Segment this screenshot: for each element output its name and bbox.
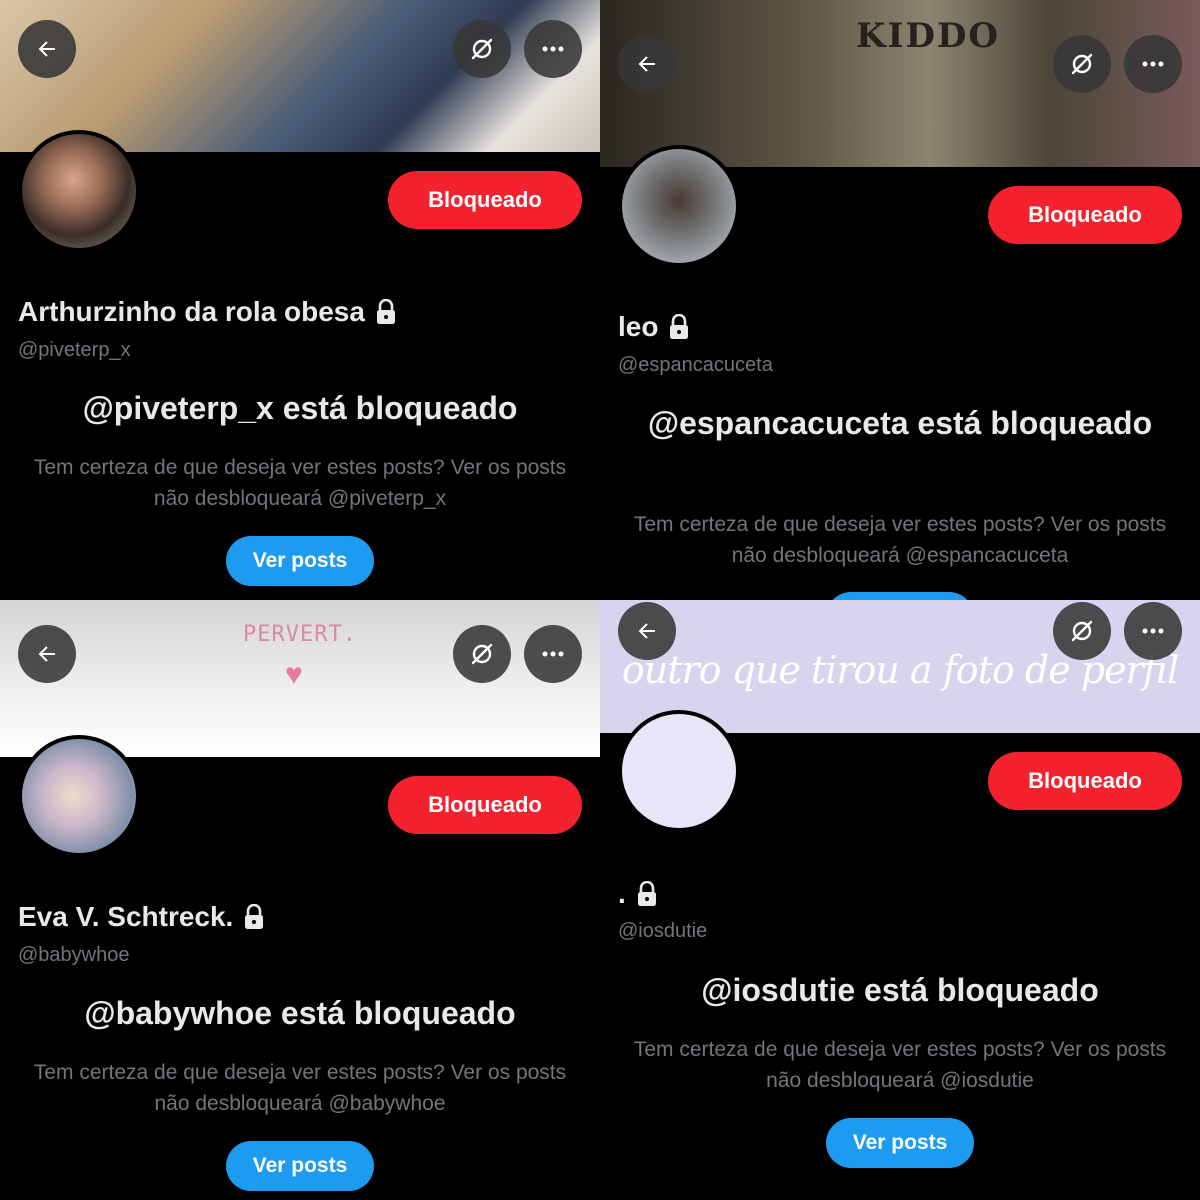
caption-overlay: outro que tirou a foto de perfil <box>621 648 1179 692</box>
blocked-heading: @babywhoe está bloqueado <box>84 995 516 1031</box>
blocked-heading: @espancacuceta está bloqueado <box>647 405 1153 441</box>
heart-icon: ♥ <box>285 658 303 691</box>
profile-panel-babywhoe: PERVERT. ♥ Bloqueado Eva V. Schtreck. @b… <box>0 600 600 1200</box>
back-button[interactable] <box>18 625 76 683</box>
screenshot-collage: Bloqueado Arthurzinho da rola obesa @piv… <box>0 0 1200 1200</box>
more-button[interactable] <box>524 625 582 683</box>
arrow-left-icon <box>638 56 655 72</box>
grok-button[interactable] <box>1053 35 1111 93</box>
more-button[interactable] <box>524 20 582 78</box>
avatar[interactable] <box>618 710 740 832</box>
more-button[interactable] <box>1124 602 1182 660</box>
arrow-left-icon <box>638 623 655 639</box>
display-name: leo <box>618 311 690 343</box>
blocked-button[interactable]: Bloqueado <box>388 776 582 834</box>
grok-button[interactable] <box>453 625 511 683</box>
more-button[interactable] <box>1124 35 1182 93</box>
grok-icon <box>471 643 493 665</box>
grok-icon <box>1071 53 1093 75</box>
user-handle: @babywhoe <box>18 944 130 966</box>
profile-banner: KIDDO <box>600 0 1200 167</box>
display-name: Arthurzinho da rola obesa <box>18 296 397 328</box>
profile-banner: PERVERT. ♥ <box>0 600 600 757</box>
more-icon <box>1142 61 1164 67</box>
lock-icon <box>245 904 264 929</box>
avatar[interactable] <box>18 735 140 857</box>
more-icon <box>542 651 564 657</box>
display-name-text: leo <box>618 311 659 342</box>
arrow-left-icon <box>38 41 55 57</box>
display-name-text: Eva V. Schtreck. <box>18 901 234 932</box>
blocked-description: Tem certeza de que deseja ver estes post… <box>33 456 567 510</box>
grok-button[interactable] <box>1053 602 1111 660</box>
user-handle: @iosdutie <box>618 920 708 942</box>
profile-panel-piveterp: Bloqueado Arthurzinho da rola obesa @piv… <box>0 0 600 600</box>
grok-button[interactable] <box>453 20 511 78</box>
grok-icon <box>1071 620 1093 642</box>
view-posts-button[interactable]: Ver posts <box>226 536 374 586</box>
banner-text: PERVERT. <box>243 622 357 647</box>
blocked-button[interactable]: Bloqueado <box>988 186 1182 244</box>
lock-icon <box>376 299 395 324</box>
blocked-description: Tem certeza de que deseja ver estes post… <box>633 1038 1167 1092</box>
display-name: . <box>618 878 658 910</box>
more-icon <box>542 46 564 52</box>
back-button[interactable] <box>618 602 676 660</box>
blocked-button[interactable]: Bloqueado <box>388 171 582 229</box>
lock-icon <box>670 314 689 339</box>
display-name-text: Arthurzinho da rola obesa <box>18 296 365 327</box>
view-posts-button[interactable]: Ver posts <box>226 1141 374 1191</box>
blocked-description: Tem certeza de que deseja ver estes post… <box>633 513 1167 567</box>
user-handle: @piveterp_x <box>18 339 131 361</box>
banner-text: KIDDO <box>856 16 1001 56</box>
blocked-button[interactable]: Bloqueado <box>988 752 1182 810</box>
lock-icon <box>637 881 656 906</box>
arrow-left-icon <box>38 646 55 662</box>
avatar[interactable] <box>18 130 140 252</box>
blocked-heading: @piveterp_x está bloqueado <box>82 390 518 426</box>
blocked-description: Tem certeza de que deseja ver estes post… <box>33 1061 567 1115</box>
profile-panel-iosdutie: outro que tirou a foto de perfil Bloquea… <box>600 600 1200 1200</box>
view-posts-button[interactable]: Ver posts <box>826 1118 974 1168</box>
more-icon <box>1142 628 1164 634</box>
profile-panel-espancacuceta: KIDDO Bloqueado leo @espancacuceta @espa… <box>600 0 1200 600</box>
view-posts-button[interactable] <box>826 592 974 600</box>
profile-banner <box>0 0 600 152</box>
grok-icon <box>471 38 493 60</box>
blocked-heading: @iosdutie está bloqueado <box>701 972 1099 1008</box>
display-name-text: . <box>618 878 626 909</box>
display-name: Eva V. Schtreck. <box>18 901 265 933</box>
back-button[interactable] <box>618 35 676 93</box>
user-handle: @espancacuceta <box>618 354 773 376</box>
back-button[interactable] <box>18 20 76 78</box>
avatar[interactable] <box>618 145 740 267</box>
